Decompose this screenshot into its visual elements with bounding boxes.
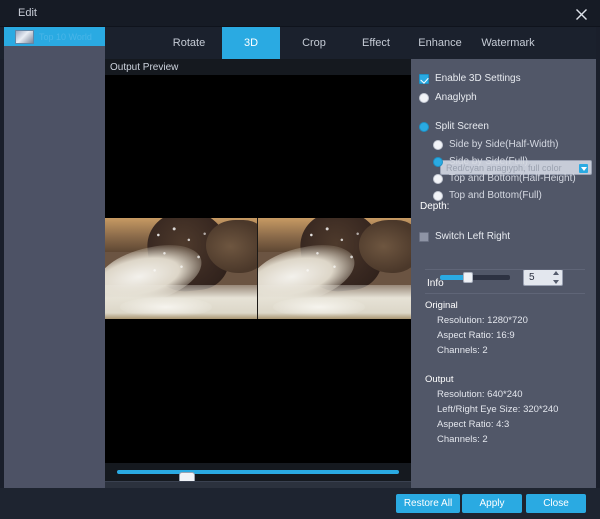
restore-all-button[interactable]: Restore All [396, 494, 460, 513]
preview-pane: Output Preview [105, 59, 411, 507]
side-by-side-full-label: Side by Side(Full) [449, 156, 528, 167]
anaglyph-label: Anaglyph [435, 92, 477, 103]
switch-left-right-checkbox[interactable] [419, 231, 429, 242]
title-bar: Edit [0, 0, 600, 27]
top-bottom-full-radio[interactable] [433, 190, 443, 201]
anaglyph-row[interactable]: Anaglyph [419, 92, 477, 103]
stepper-up-icon[interactable] [552, 271, 559, 275]
side-by-side-half-width-radio[interactable] [433, 139, 443, 150]
list-item[interactable]: Top 10 World [4, 27, 105, 46]
section-divider [425, 293, 585, 294]
video-thumbnail-icon [15, 29, 34, 44]
seek-slider[interactable] [117, 470, 399, 484]
split-screen-row[interactable]: Split Screen [419, 121, 489, 132]
window-title: Edit [18, 7, 37, 19]
eye-divider [257, 218, 258, 319]
switch-left-right-row[interactable]: Switch Left Right [419, 231, 510, 242]
panel-edge [596, 27, 600, 488]
file-name: Top 10 World [39, 31, 92, 42]
tab-rotate[interactable]: Rotate [160, 27, 218, 59]
seek-bar-row [105, 463, 411, 484]
stereo-preview-image [105, 218, 411, 319]
tab-3d[interactable]: 3D [222, 27, 280, 59]
tab-effect[interactable]: Effect [348, 27, 404, 59]
top-bottom-half-height-radio[interactable] [433, 173, 443, 184]
split-option-row[interactable]: Top and Bottom(Half-Height) [433, 173, 576, 184]
split-option-row[interactable]: Side by Side(Full) [433, 156, 528, 167]
top-bottom-full-label: Top and Bottom(Full) [449, 190, 542, 201]
enable-3d-label: Enable 3D Settings [435, 73, 521, 84]
edit-dialog: Edit Rotate 3D Crop Effect Enhance Water… [0, 0, 600, 519]
tab-enhance[interactable]: Enhance [410, 27, 470, 59]
depth-value: 5 [529, 272, 535, 283]
video-stage[interactable] [105, 75, 411, 463]
original-resolution: Resolution: 1280*720 [437, 315, 528, 326]
original-channels: Channels: 2 [437, 345, 488, 356]
file-list: Top 10 World [4, 27, 105, 519]
original-aspect-ratio: Aspect Ratio: 16:9 [437, 330, 515, 341]
tab-watermark[interactable]: Watermark [474, 27, 542, 59]
output-aspect-ratio: Aspect Ratio: 4:3 [437, 419, 510, 430]
anaglyph-radio[interactable] [419, 92, 429, 103]
depth-slider[interactable] [440, 272, 510, 283]
depth-label: Depth: [420, 201, 450, 212]
split-screen-radio[interactable] [419, 121, 429, 132]
depth-stepper[interactable]: 5 [523, 269, 563, 286]
stepper-down-icon[interactable] [552, 280, 559, 284]
info-title: Info [427, 278, 444, 289]
top-bottom-half-height-label: Top and Bottom(Half-Height) [449, 173, 576, 184]
depth-stepper-arrows[interactable] [551, 271, 560, 284]
dialog-footer: Restore All Apply Close [0, 488, 600, 519]
output-resolution: Resolution: 640*240 [437, 389, 523, 400]
preview-label: Output Preview [110, 62, 179, 73]
depth-slider-handle[interactable] [463, 272, 473, 283]
switch-left-right-label: Switch Left Right [435, 231, 511, 242]
split-option-row[interactable]: Top and Bottom(Full) [433, 190, 542, 201]
close-icon [575, 8, 587, 20]
tab-crop[interactable]: Crop [286, 27, 342, 59]
original-heading: Original [425, 300, 458, 311]
side-by-side-half-width-label: Side by Side(Half-Width) [449, 139, 559, 150]
enable-3d-checkbox[interactable] [419, 73, 429, 84]
close-window-button[interactable] [572, 5, 590, 23]
right-eye-image [258, 218, 411, 319]
side-by-side-full-radio[interactable] [433, 156, 443, 167]
chevron-down-icon [579, 164, 588, 173]
enable-3d-row[interactable]: Enable 3D Settings [419, 73, 521, 84]
output-eye-size: Left/Right Eye Size: 320*240 [437, 404, 559, 415]
section-divider [425, 269, 585, 270]
left-eye-image [105, 218, 258, 319]
output-channels: Channels: 2 [437, 434, 488, 445]
apply-button[interactable]: Apply [462, 494, 522, 513]
split-option-row[interactable]: Side by Side(Half-Width) [433, 139, 558, 150]
settings-panel: Enable 3D Settings Anaglyph Red/cyan ana… [411, 59, 596, 519]
close-button[interactable]: Close [526, 494, 586, 513]
output-heading: Output [425, 374, 454, 385]
split-screen-label: Split Screen [435, 121, 489, 132]
